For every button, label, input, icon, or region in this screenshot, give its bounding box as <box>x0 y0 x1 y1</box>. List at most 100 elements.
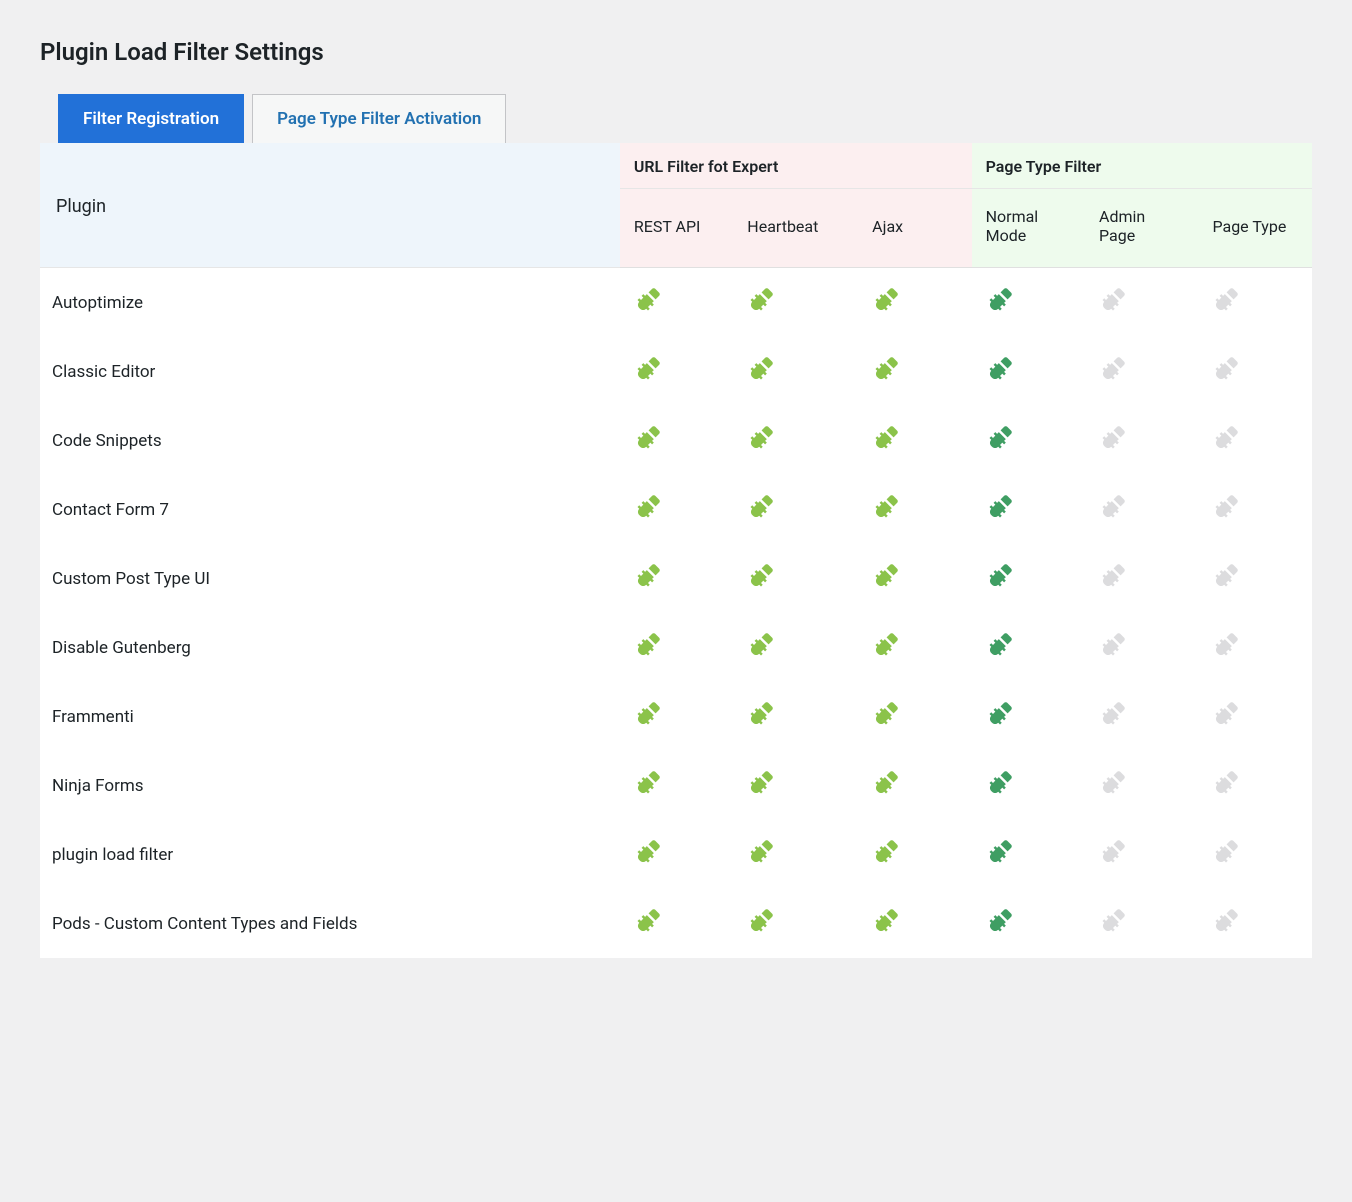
filter-table: Plugin URL Filter fot Expert Page Type F… <box>40 143 1312 958</box>
filter-toggle[interactable] <box>972 475 1085 544</box>
filter-toggle[interactable] <box>1085 889 1198 958</box>
filter-toggle[interactable] <box>972 268 1085 338</box>
plug-icon <box>986 631 1014 659</box>
filter-toggle[interactable] <box>1198 406 1312 475</box>
filter-toggle[interactable] <box>733 613 858 682</box>
filter-toggle[interactable] <box>972 751 1085 820</box>
filter-toggle[interactable] <box>620 406 733 475</box>
filter-toggle[interactable] <box>1085 406 1198 475</box>
plug-icon <box>986 907 1014 935</box>
filter-toggle[interactable] <box>733 268 858 338</box>
filter-toggle[interactable] <box>620 475 733 544</box>
filter-toggle[interactable] <box>858 475 971 544</box>
filter-toggle[interactable] <box>733 820 858 889</box>
filter-toggle[interactable] <box>858 751 971 820</box>
filter-toggle[interactable] <box>972 820 1085 889</box>
filter-toggle[interactable] <box>1085 544 1198 613</box>
filter-toggle[interactable] <box>858 406 971 475</box>
filter-toggle[interactable] <box>1198 889 1312 958</box>
plug-icon <box>1212 286 1240 314</box>
plug-icon <box>872 424 900 452</box>
filter-toggle[interactable] <box>733 682 858 751</box>
filter-toggle[interactable] <box>1085 268 1198 338</box>
filter-toggle[interactable] <box>1085 820 1198 889</box>
filter-toggle[interactable] <box>972 613 1085 682</box>
filter-toggle[interactable] <box>620 751 733 820</box>
filter-toggle[interactable] <box>972 544 1085 613</box>
filter-toggle[interactable] <box>620 337 733 406</box>
filter-toggle[interactable] <box>1198 268 1312 338</box>
filter-toggle[interactable] <box>733 544 858 613</box>
filter-toggle[interactable] <box>620 268 733 338</box>
filter-toggle[interactable] <box>972 337 1085 406</box>
filter-toggle[interactable] <box>972 406 1085 475</box>
filter-toggle[interactable] <box>733 337 858 406</box>
plug-icon <box>1099 562 1127 590</box>
filter-toggle[interactable] <box>620 682 733 751</box>
plug-icon <box>634 700 662 728</box>
col-normal-mode: Normal Mode <box>972 189 1085 268</box>
plug-icon <box>872 838 900 866</box>
table-row: Custom Post Type UI <box>40 544 1312 613</box>
plug-icon <box>986 424 1014 452</box>
plug-icon <box>1212 700 1240 728</box>
tab-filter-registration[interactable]: Filter Registration <box>58 94 244 143</box>
tab-page-type-activation[interactable]: Page Type Filter Activation <box>252 94 506 143</box>
filter-toggle[interactable] <box>733 406 858 475</box>
plug-icon <box>634 355 662 383</box>
filter-toggle[interactable] <box>1085 682 1198 751</box>
filter-toggle[interactable] <box>620 889 733 958</box>
plug-icon <box>1099 286 1127 314</box>
filter-toggle[interactable] <box>1198 682 1312 751</box>
filter-toggle[interactable] <box>733 889 858 958</box>
plugin-name: plugin load filter <box>40 820 620 889</box>
plug-icon <box>872 355 900 383</box>
table-row: Contact Form 7 <box>40 475 1312 544</box>
plug-icon <box>986 286 1014 314</box>
filter-toggle[interactable] <box>858 682 971 751</box>
filter-toggle[interactable] <box>858 268 971 338</box>
filter-toggle[interactable] <box>858 544 971 613</box>
plug-icon <box>986 562 1014 590</box>
plug-icon <box>747 424 775 452</box>
filter-toggle[interactable] <box>858 613 971 682</box>
plug-icon <box>986 838 1014 866</box>
table-row: Autoptimize <box>40 268 1312 338</box>
plug-icon <box>747 838 775 866</box>
filter-toggle[interactable] <box>1085 475 1198 544</box>
filter-toggle[interactable] <box>733 475 858 544</box>
filter-toggle[interactable] <box>1198 613 1312 682</box>
filter-toggle[interactable] <box>1198 751 1312 820</box>
filter-toggle[interactable] <box>858 820 971 889</box>
plug-icon <box>1212 907 1240 935</box>
filter-toggle[interactable] <box>1198 337 1312 406</box>
filter-toggle[interactable] <box>1198 475 1312 544</box>
plug-icon <box>1099 907 1127 935</box>
filter-toggle[interactable] <box>1085 751 1198 820</box>
plug-icon <box>634 493 662 521</box>
plug-icon <box>872 700 900 728</box>
plug-icon <box>872 286 900 314</box>
filter-toggle[interactable] <box>733 751 858 820</box>
filter-toggle[interactable] <box>1085 337 1198 406</box>
filter-toggle[interactable] <box>620 820 733 889</box>
plug-icon <box>872 562 900 590</box>
plug-icon <box>634 838 662 866</box>
filter-toggle[interactable] <box>1085 613 1198 682</box>
filter-toggle[interactable] <box>620 544 733 613</box>
plugin-name: Classic Editor <box>40 337 620 406</box>
plug-icon <box>986 769 1014 797</box>
plug-icon <box>986 355 1014 383</box>
filter-toggle[interactable] <box>858 889 971 958</box>
plug-icon <box>1212 355 1240 383</box>
filter-toggle[interactable] <box>1198 820 1312 889</box>
plugin-name: Contact Form 7 <box>40 475 620 544</box>
filter-toggle[interactable] <box>620 613 733 682</box>
filter-toggle[interactable] <box>858 337 971 406</box>
plug-icon <box>747 769 775 797</box>
plug-icon <box>747 700 775 728</box>
tabs: Filter Registration Page Type Filter Act… <box>58 94 1312 143</box>
filter-toggle[interactable] <box>1198 544 1312 613</box>
filter-toggle[interactable] <box>972 889 1085 958</box>
filter-toggle[interactable] <box>972 682 1085 751</box>
